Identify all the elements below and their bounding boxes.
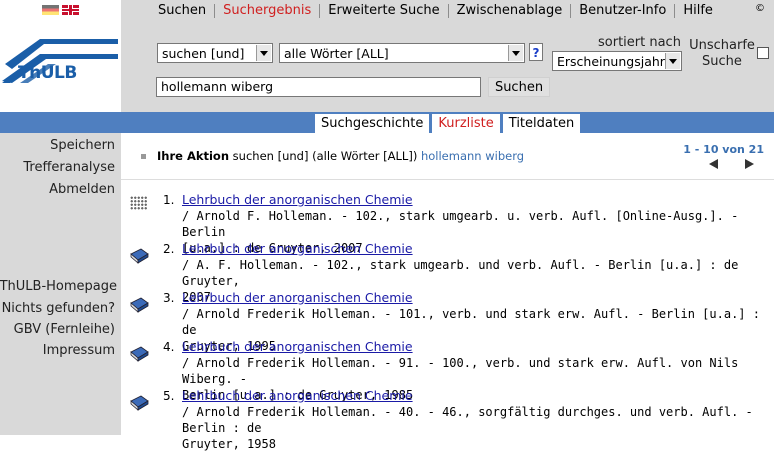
english-flag-icon[interactable] — [62, 5, 79, 15]
nav-tab-zwischenablage[interactable]: Zwischenablage — [449, 3, 572, 18]
result-title-link[interactable]: Lehrbuch der anorganischen Chemie — [182, 241, 772, 257]
sidebar-item-trefferanalyse[interactable]: Trefferanalyse — [23, 160, 115, 175]
result-number: 2. — [163, 242, 175, 256]
action-label: Ihre Aktion — [157, 149, 230, 163]
action-summary: Ihre Aktion suchen [und] (alle Wörter [A… — [121, 133, 774, 180]
chevron-down-icon — [665, 53, 680, 69]
result-number: 1. — [163, 193, 175, 207]
nav-tab-suchen[interactable]: Suchen — [121, 3, 216, 18]
sort-value: Erscheinungsjahr — [557, 53, 665, 69]
result-description: / Arnold Frederik Holleman. - 40. - 46.,… — [182, 405, 753, 451]
sub-tab-bar: Suchgeschichte Kurzliste Titeldaten — [0, 112, 774, 133]
nav-tab-suchergebnis[interactable]: Suchergebnis — [215, 3, 321, 18]
chevron-down-icon — [256, 45, 271, 61]
next-page-icon[interactable] — [745, 159, 754, 169]
search-mode-select[interactable]: suchen [und] — [157, 43, 273, 63]
tab-kurzliste[interactable]: Kurzliste — [432, 114, 500, 133]
sidebar-item-speichern[interactable]: Speichern — [50, 138, 115, 153]
action-description: suchen [und] (alle Wörter [ALL]) — [229, 149, 421, 163]
nav-tab-hilfe[interactable]: Hilfe — [675, 3, 721, 18]
search-mode-value: suchen [und] — [162, 45, 245, 61]
sidebar: Speichern Trefferanalyse Abmelden ThULB-… — [0, 133, 121, 435]
result-number: 5. — [163, 389, 175, 403]
sort-select[interactable]: Erscheinungsjahr — [552, 51, 682, 71]
prev-page-icon[interactable] — [709, 159, 718, 169]
sidebar-item-thulb-homepage[interactable]: ThULB-Homepage — [0, 279, 117, 294]
action-text: Ihre Aktion suchen [und] (alle Wörter [A… — [157, 149, 524, 163]
logo-text: ThULB — [18, 63, 77, 83]
sidebar-item-impressum[interactable]: Impressum — [43, 343, 115, 358]
sidebar-item-nichts-gefunden[interactable]: Nichts gefunden? — [2, 301, 115, 316]
result-list: 1. Lehrbuch der anorganischen Chemie / A… — [121, 180, 774, 451]
fuzzy-search-label: Unscharfe Suche — [689, 38, 755, 69]
bullet-icon — [141, 154, 146, 159]
main-nav: Suchen Suchergebnis Erweiterte Suche Zwi… — [121, 0, 721, 21]
sidebar-item-abmelden[interactable]: Abmelden — [49, 182, 115, 197]
search-field-select[interactable]: alle Wörter [ALL] — [279, 43, 525, 63]
tab-suchgeschichte[interactable]: Suchgeschichte — [315, 114, 430, 133]
sidebar-item-gbv-fernleihe[interactable]: GBV (Fernleihe) — [14, 322, 115, 337]
book-icon — [130, 297, 149, 313]
sort-label: sortiert nach — [598, 35, 681, 50]
result-title-link[interactable]: Lehrbuch der anorganischen Chemie — [182, 339, 772, 355]
result-title-link[interactable]: Lehrbuch der anorganischen Chemie — [182, 192, 772, 208]
book-icon — [130, 395, 149, 411]
result-number: 3. — [163, 291, 175, 305]
nav-tab-benutzer-info[interactable]: Benutzer-Info — [571, 3, 676, 18]
online-resource-icon — [130, 196, 148, 210]
search-field-value: alle Wörter [ALL] — [284, 45, 389, 61]
search-input[interactable]: hollemann wiberg — [156, 77, 481, 97]
language-switcher — [0, 0, 121, 21]
tab-titeldaten[interactable]: Titeldaten — [502, 114, 581, 133]
nav-tab-erweiterte-suche[interactable]: Erweiterte Suche — [320, 3, 449, 18]
result-count: 1 - 10 von 21 — [683, 143, 764, 156]
fuzzy-search-checkbox[interactable] — [757, 47, 769, 59]
result-title-link[interactable]: Lehrbuch der anorganischen Chemie — [182, 388, 772, 404]
action-query[interactable]: hollemann wiberg — [421, 149, 524, 163]
search-button[interactable]: Suchen — [488, 77, 550, 97]
logo[interactable]: ThULB — [0, 21, 121, 112]
book-icon — [130, 346, 149, 362]
copyright-icon[interactable]: © — [753, 3, 767, 14]
result-title-link[interactable]: Lehrbuch der anorganischen Chemie — [182, 290, 772, 306]
chevron-down-icon — [508, 45, 523, 61]
result-number: 4. — [163, 340, 175, 354]
german-flag-icon[interactable] — [42, 5, 59, 15]
book-icon — [130, 248, 149, 264]
help-button[interactable]: ? — [529, 43, 543, 61]
